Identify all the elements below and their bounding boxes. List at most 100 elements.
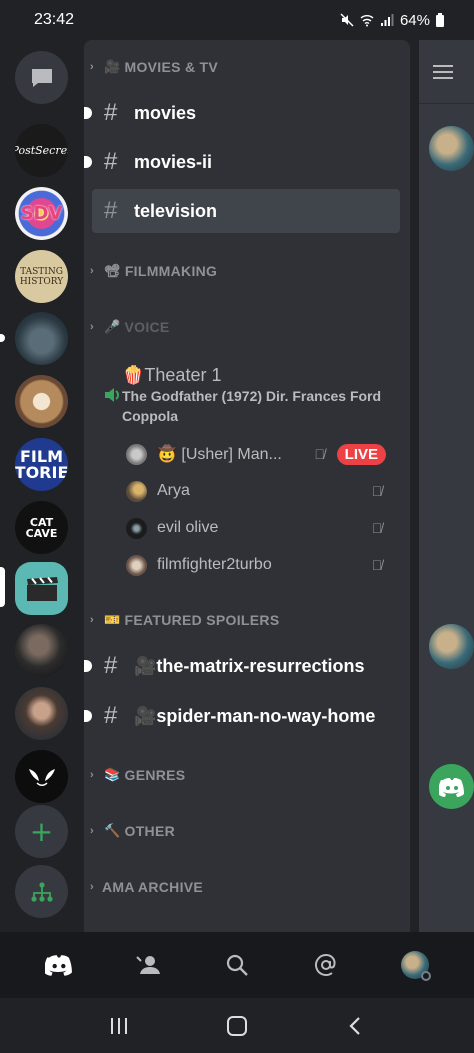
mic-muted-icon: 🎙̸ xyxy=(314,446,325,462)
channel-list: › 🎥 MOVIES & TV # movies # movies-ii # t… xyxy=(84,40,410,932)
hash-icon: # xyxy=(104,652,118,679)
server-cat-cave[interactable]: CAT CAVE xyxy=(15,501,68,554)
server-postsecret[interactable]: PostSecret xyxy=(15,124,68,177)
chevron-right-icon: › xyxy=(90,614,94,626)
hash-icon: # xyxy=(104,702,118,729)
discord-bot-avatar xyxy=(429,764,474,809)
discord-logo-icon xyxy=(438,777,464,797)
chevron-right-icon: › xyxy=(90,825,94,837)
mute-icon xyxy=(340,13,354,27)
chevron-right-icon: › xyxy=(90,769,94,781)
unread-dot xyxy=(84,660,92,672)
hamburger-menu-icon[interactable] xyxy=(433,61,453,83)
live-badge: LIVE xyxy=(336,443,386,465)
selected-server-indicator xyxy=(0,567,5,607)
hash-icon: # xyxy=(104,197,118,224)
message-avatar xyxy=(429,126,474,171)
status-time: 23:42 xyxy=(34,11,75,28)
voice-channel-theater-1[interactable]: 🍿Theater 1 The Godfather (1972) Dir. Fra… xyxy=(92,365,400,426)
voice-user-arya[interactable]: Arya 🎙̸ xyxy=(126,477,386,505)
voice-user-filmfighter2turbo[interactable]: filmfighter2turbo 🎙̸ xyxy=(126,551,386,579)
server-rail: PostSecret SDV TASTING HISTORY FILM STOR… xyxy=(0,40,84,932)
direct-messages-button[interactable] xyxy=(15,51,68,104)
avatar xyxy=(401,951,432,981)
chat-header xyxy=(419,40,474,104)
voice-channel-topic: The Godfather (1972) Dir. Frances Ford C… xyxy=(122,388,382,424)
status-indicator xyxy=(421,971,432,981)
server-actor-portrait[interactable] xyxy=(15,687,68,740)
voice-user-evil-olive[interactable]: evil olive 🎙̸ xyxy=(126,514,386,542)
message-avatar xyxy=(429,624,474,669)
category-movies-tv[interactable]: › 🎥 MOVIES & TV xyxy=(90,57,218,77)
category-filmmaking[interactable]: › 📽 FILMMAKING xyxy=(90,261,217,281)
tab-friends[interactable] xyxy=(126,943,170,987)
chevron-right-icon: › xyxy=(90,61,94,73)
wifi-icon xyxy=(360,15,374,27)
recent-apps-button[interactable] xyxy=(99,1006,139,1046)
explore-servers-button[interactable] xyxy=(15,865,68,918)
category-featured-spoilers[interactable]: › 🎫 FEATURED SPOILERS xyxy=(90,610,279,630)
avatar xyxy=(126,517,147,539)
signal-icon xyxy=(380,14,394,26)
channel-the-matrix-resurrections[interactable]: # 🎥the-matrix-resurrections xyxy=(84,644,400,688)
battery-icon xyxy=(436,13,444,27)
unread-indicator xyxy=(0,334,5,342)
avatar xyxy=(126,443,147,465)
server-tasting-history[interactable]: TASTING HISTORY xyxy=(15,250,68,303)
server-werewolf[interactable] xyxy=(15,312,68,365)
avatar xyxy=(126,554,147,576)
channel-television[interactable]: # television xyxy=(92,189,400,233)
category-ama-archive[interactable]: › AMA ARCHIVE xyxy=(90,877,203,897)
home-button[interactable] xyxy=(217,1006,257,1046)
speaker-icon xyxy=(92,365,122,408)
chevron-right-icon: › xyxy=(90,265,94,277)
server-venom-movie[interactable] xyxy=(15,624,68,677)
chat-area-peek[interactable] xyxy=(419,40,474,932)
unread-dot xyxy=(84,156,92,168)
category-voice[interactable]: › 🎤 VOICE xyxy=(90,317,170,337)
server-film-stories[interactable]: FILM STORIES xyxy=(15,438,68,491)
venom-logo-icon xyxy=(28,768,55,786)
channel-movies[interactable]: # movies xyxy=(84,91,400,135)
hash-icon: # xyxy=(104,148,118,175)
channel-movies-ii[interactable]: # movies-ii xyxy=(84,140,400,184)
tab-mentions[interactable] xyxy=(304,943,348,987)
clapperboard-icon xyxy=(26,576,58,601)
voice-user-usher[interactable]: 🤠 [Usher] Man... 🎙̸ LIVE xyxy=(126,440,386,468)
chat-bubble-icon xyxy=(31,68,52,87)
recent-apps-icon xyxy=(111,1017,127,1034)
mic-muted-icon: 🎙̸ xyxy=(371,483,383,499)
hierarchy-icon xyxy=(30,881,53,902)
unread-dot xyxy=(84,107,92,119)
mic-muted-icon: 🎙̸ xyxy=(371,557,383,573)
search-icon xyxy=(226,954,248,976)
chevron-right-icon: › xyxy=(90,881,94,893)
tab-profile[interactable] xyxy=(393,943,437,987)
server-sdv[interactable]: SDV xyxy=(15,187,68,240)
server-venom[interactable] xyxy=(15,750,68,803)
category-genres[interactable]: › 📚 GENRES xyxy=(90,765,185,785)
server-movies-selected[interactable] xyxy=(15,562,68,615)
voice-channel-name: 🍿Theater 1 xyxy=(122,365,222,385)
android-nav-bar xyxy=(0,998,474,1053)
friends-icon xyxy=(136,956,160,974)
avatar xyxy=(126,480,147,502)
at-sign-icon xyxy=(315,953,336,976)
status-icons: 64% xyxy=(340,12,444,29)
category-other[interactable]: › 🔨 OTHER xyxy=(90,821,175,841)
discord-logo-icon xyxy=(44,955,72,976)
back-chevron-icon xyxy=(349,1016,360,1035)
battery-level: 64% xyxy=(399,11,430,29)
bottom-tab-bar xyxy=(0,932,474,998)
tab-search[interactable] xyxy=(215,943,259,987)
mic-muted-icon: 🎙̸ xyxy=(371,520,383,536)
unread-dot xyxy=(84,710,92,722)
add-server-button[interactable]: + xyxy=(15,805,68,858)
channel-spider-man-no-way-home[interactable]: # 🎥spider-man-no-way-home xyxy=(84,694,400,738)
back-button[interactable] xyxy=(335,1006,375,1046)
status-bar: 23:42 64% xyxy=(0,0,474,40)
chevron-down-icon: › xyxy=(90,321,94,333)
tab-home[interactable] xyxy=(37,943,81,987)
home-icon xyxy=(227,1015,247,1036)
server-friends-collage[interactable] xyxy=(15,375,68,428)
